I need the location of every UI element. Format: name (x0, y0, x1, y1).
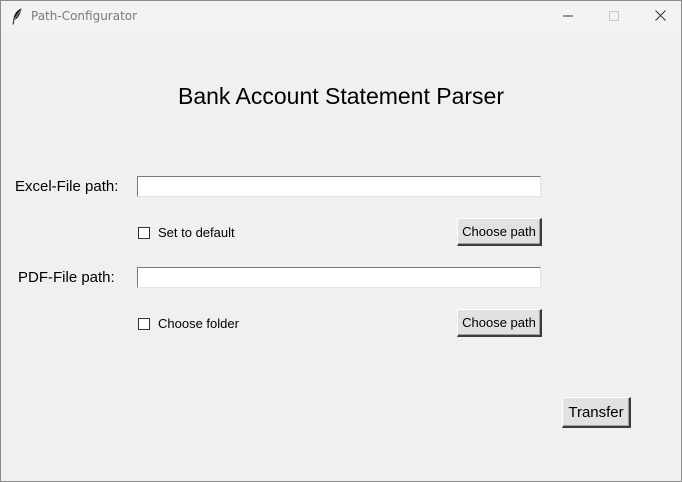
app-window: Path-Configurator Bank Account Statement… (0, 0, 682, 482)
checkbox-label: Set to default (158, 225, 235, 240)
checkbox-label: Choose folder (158, 316, 239, 331)
maximize-icon (609, 8, 619, 26)
window-title: Path-Configurator (31, 9, 138, 23)
pdf-path-label: PDF-File path: (18, 269, 115, 286)
transfer-button[interactable]: Transfer (562, 397, 631, 428)
minimize-icon (563, 8, 573, 26)
excel-path-label: Excel-File path: (15, 178, 119, 195)
minimize-button[interactable] (545, 1, 591, 32)
choose-folder-checkbox[interactable]: Choose folder (138, 316, 239, 331)
checkbox-box[interactable] (138, 226, 150, 239)
close-button[interactable] (637, 1, 682, 32)
excel-path-input[interactable] (137, 176, 541, 197)
feather-icon (11, 8, 23, 25)
close-icon (654, 8, 666, 26)
choose-pdf-path-button[interactable]: Choose path (457, 309, 542, 337)
checkbox-box[interactable] (138, 317, 150, 330)
title-bar[interactable]: Path-Configurator (1, 1, 681, 32)
choose-excel-path-button[interactable]: Choose path (457, 218, 542, 246)
pdf-path-input[interactable] (137, 267, 541, 288)
page-title: Bank Account Statement Parser (177, 83, 504, 109)
set-to-default-checkbox[interactable]: Set to default (138, 225, 235, 240)
maximize-button[interactable] (591, 1, 637, 32)
